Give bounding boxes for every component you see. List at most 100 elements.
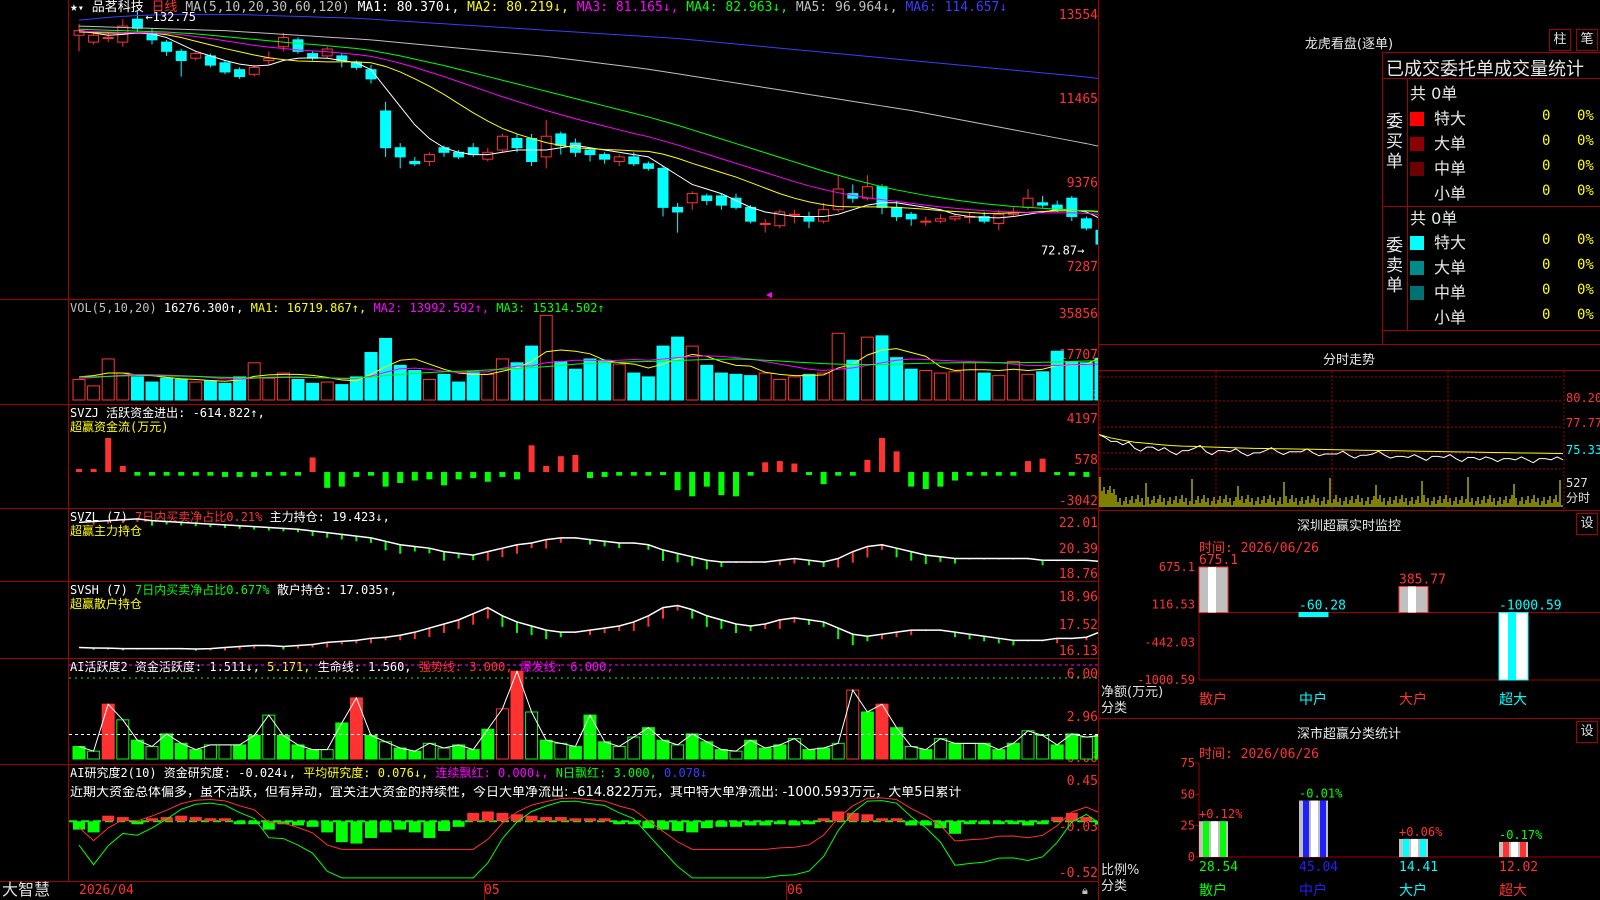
order-count: 0 — [1542, 232, 1551, 248]
bar-mode-button[interactable]: 柱 — [1549, 29, 1571, 51]
volume-bar — [919, 369, 933, 401]
volume-bar — [262, 377, 276, 401]
order-type-label: 大单 — [1434, 134, 1467, 153]
flow-bar — [1054, 472, 1061, 476]
research-bar — [292, 821, 304, 826]
sz-monitor-chart[interactable]: 675.1 116.53 -442.03 -1000.59 675.1 散户 -60.28 中… — [1099, 550, 1600, 720]
ratio-bar-stripe — [1203, 821, 1209, 857]
ratio-value-label: 45.04 — [1299, 860, 1338, 875]
research-bar — [525, 815, 538, 822]
svsh-chart[interactable] — [69, 582, 1098, 658]
holding-line — [78, 604, 1098, 650]
volume-bar — [291, 378, 305, 401]
candle-body — [876, 186, 888, 208]
flow-bar — [572, 455, 579, 473]
candlestick-chart[interactable]: ←132.75 72.87→ — [69, 0, 1098, 299]
research-bar — [978, 821, 991, 825]
volume-bar — [671, 336, 685, 401]
order-row-4: 小单 — [1410, 304, 1466, 328]
activity-bar — [875, 703, 889, 760]
activity-bar — [349, 697, 363, 760]
flow-bar — [879, 437, 885, 473]
tick-mode-button[interactable]: 笔 — [1576, 29, 1598, 51]
intraday-frame-top — [1099, 344, 1600, 345]
volume-bar — [1065, 361, 1079, 401]
ratio-bar-stripe — [1320, 800, 1326, 857]
activity-bar — [276, 735, 290, 760]
volume-bar — [218, 382, 232, 401]
lock-icon[interactable]: 🔒︎ — [1082, 884, 1088, 898]
activity-bar — [233, 744, 247, 760]
activity-bar — [656, 739, 670, 760]
research-bar — [73, 821, 85, 830]
flow-bar — [192, 472, 199, 476]
ratio-axis-label: 75 — [1181, 756, 1195, 770]
ai-active-chart[interactable] — [69, 659, 1098, 764]
volume-bar — [802, 373, 816, 401]
flow-bar — [1068, 472, 1075, 476]
ratio-change-label: +0.12% — [1199, 807, 1243, 821]
svzj-chart[interactable] — [69, 405, 1098, 508]
candle-body — [905, 213, 917, 220]
research-bar — [204, 818, 217, 822]
ratio-category-label: 超大 — [1499, 883, 1527, 899]
activity-bar — [247, 735, 261, 760]
sz-axis-label: 675.1 — [1159, 560, 1195, 574]
activity-bar — [846, 689, 860, 760]
intraday-axis-label: 分时 — [1566, 491, 1591, 505]
volume-bar — [744, 375, 758, 401]
candle-body — [219, 62, 231, 73]
candle-body — [993, 213, 1005, 224]
flow-bar — [499, 472, 506, 477]
volume-bar — [773, 378, 787, 401]
ratio-settings-button[interactable]: 设 — [1576, 721, 1598, 743]
candle-body — [350, 62, 362, 68]
research-bar — [744, 821, 757, 826]
flow-bar — [762, 462, 769, 473]
volume-bar — [554, 361, 568, 401]
holding-line — [78, 518, 1098, 563]
volume-bar — [145, 381, 159, 401]
main-chart-area[interactable]: ★▾ 品茗科技 日线 MA(5,10,20,30,60,120) MA1: 80… — [0, 0, 1099, 900]
research-bar — [102, 815, 115, 822]
ratio-bar-highlight — [1311, 800, 1318, 857]
ai-research-chart[interactable] — [69, 765, 1098, 881]
flow-bar — [119, 465, 126, 473]
flow-bar — [616, 472, 623, 476]
activity-bar — [612, 745, 626, 760]
ratio-bar-highlight — [1511, 841, 1518, 857]
volume-bar — [87, 385, 101, 401]
sz-bar-label: 675.1 — [1199, 553, 1238, 568]
date-label: 05 — [484, 883, 500, 898]
sz-settings-button[interactable]: 设 — [1576, 513, 1598, 535]
buy-side-label: 委买单 — [1386, 112, 1403, 172]
research-bar — [131, 821, 144, 825]
volume-bar — [481, 373, 495, 401]
order-row-1: 特大 — [1410, 229, 1466, 253]
svzl-chart[interactable] — [69, 509, 1098, 581]
flow-bar — [411, 472, 418, 481]
intraday-chart[interactable] — [1099, 371, 1565, 509]
volume-chart[interactable] — [69, 300, 1098, 404]
order-color-swatch — [1410, 112, 1424, 126]
date-label: 2026/04 — [79, 883, 134, 898]
flow-bar — [1010, 472, 1017, 476]
order-pct: 0% — [1577, 133, 1594, 149]
ratio-bar-stripe — [1420, 838, 1426, 857]
candle-body — [234, 69, 246, 78]
low-price-label: 72.87→ — [1041, 244, 1084, 258]
candle-body — [380, 110, 392, 149]
date-label: 06 — [787, 883, 803, 898]
volume-bar — [612, 363, 626, 401]
research-bar — [715, 821, 728, 827]
research-bar — [233, 821, 246, 825]
ratio-chart[interactable]: 75 50 25 0 +0.12% 28.54 散户 -0.01% 45.04 中户 +0.06% 1… — [1099, 755, 1600, 900]
sell-total: 共 0单 — [1410, 209, 1458, 228]
sz-unit-label: 分类 — [1101, 701, 1128, 716]
research-bar — [949, 821, 961, 834]
order-pct: 0% — [1577, 232, 1594, 248]
flow-bar — [718, 472, 725, 496]
lhkp-title: 龙虎看盘(逐单) — [1304, 37, 1394, 52]
research-bar — [423, 821, 436, 838]
flow-bar — [236, 472, 243, 477]
